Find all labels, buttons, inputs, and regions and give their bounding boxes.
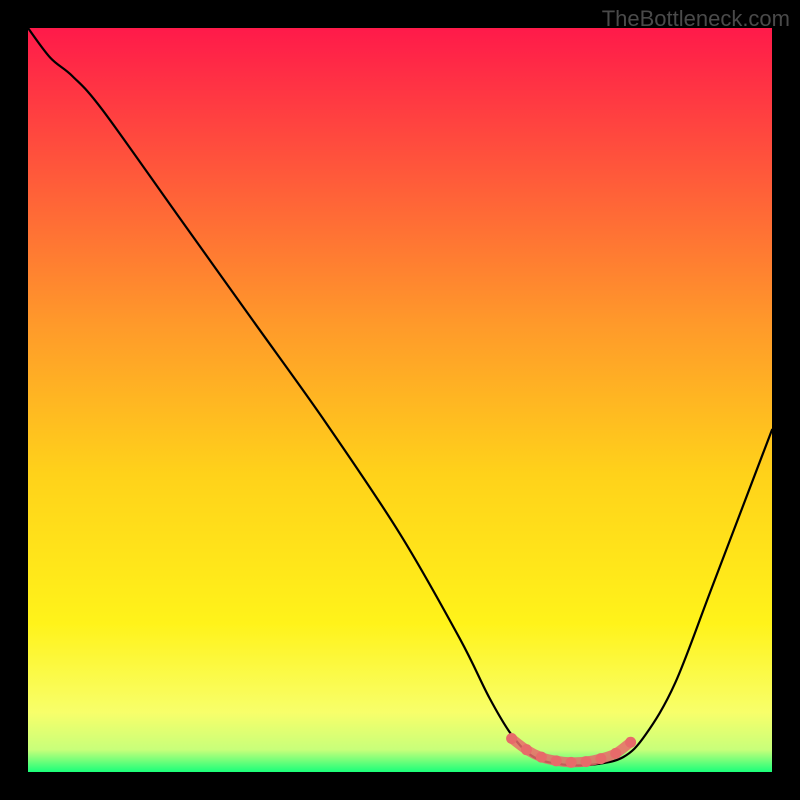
- chart-container: TheBottleneck.com: [0, 0, 800, 800]
- highlight-dot: [610, 748, 621, 759]
- chart-svg: [28, 28, 772, 772]
- highlight-dot: [506, 733, 517, 744]
- chart-background: [28, 28, 772, 772]
- highlight-dot: [625, 737, 636, 748]
- chart-plot: [28, 28, 772, 772]
- highlight-dot: [551, 755, 562, 766]
- highlight-dot: [566, 757, 577, 768]
- highlight-dot: [581, 756, 592, 767]
- watermark-text: TheBottleneck.com: [602, 6, 790, 32]
- highlight-dot: [521, 744, 532, 755]
- highlight-dot: [536, 752, 547, 763]
- highlight-dot: [595, 753, 606, 764]
